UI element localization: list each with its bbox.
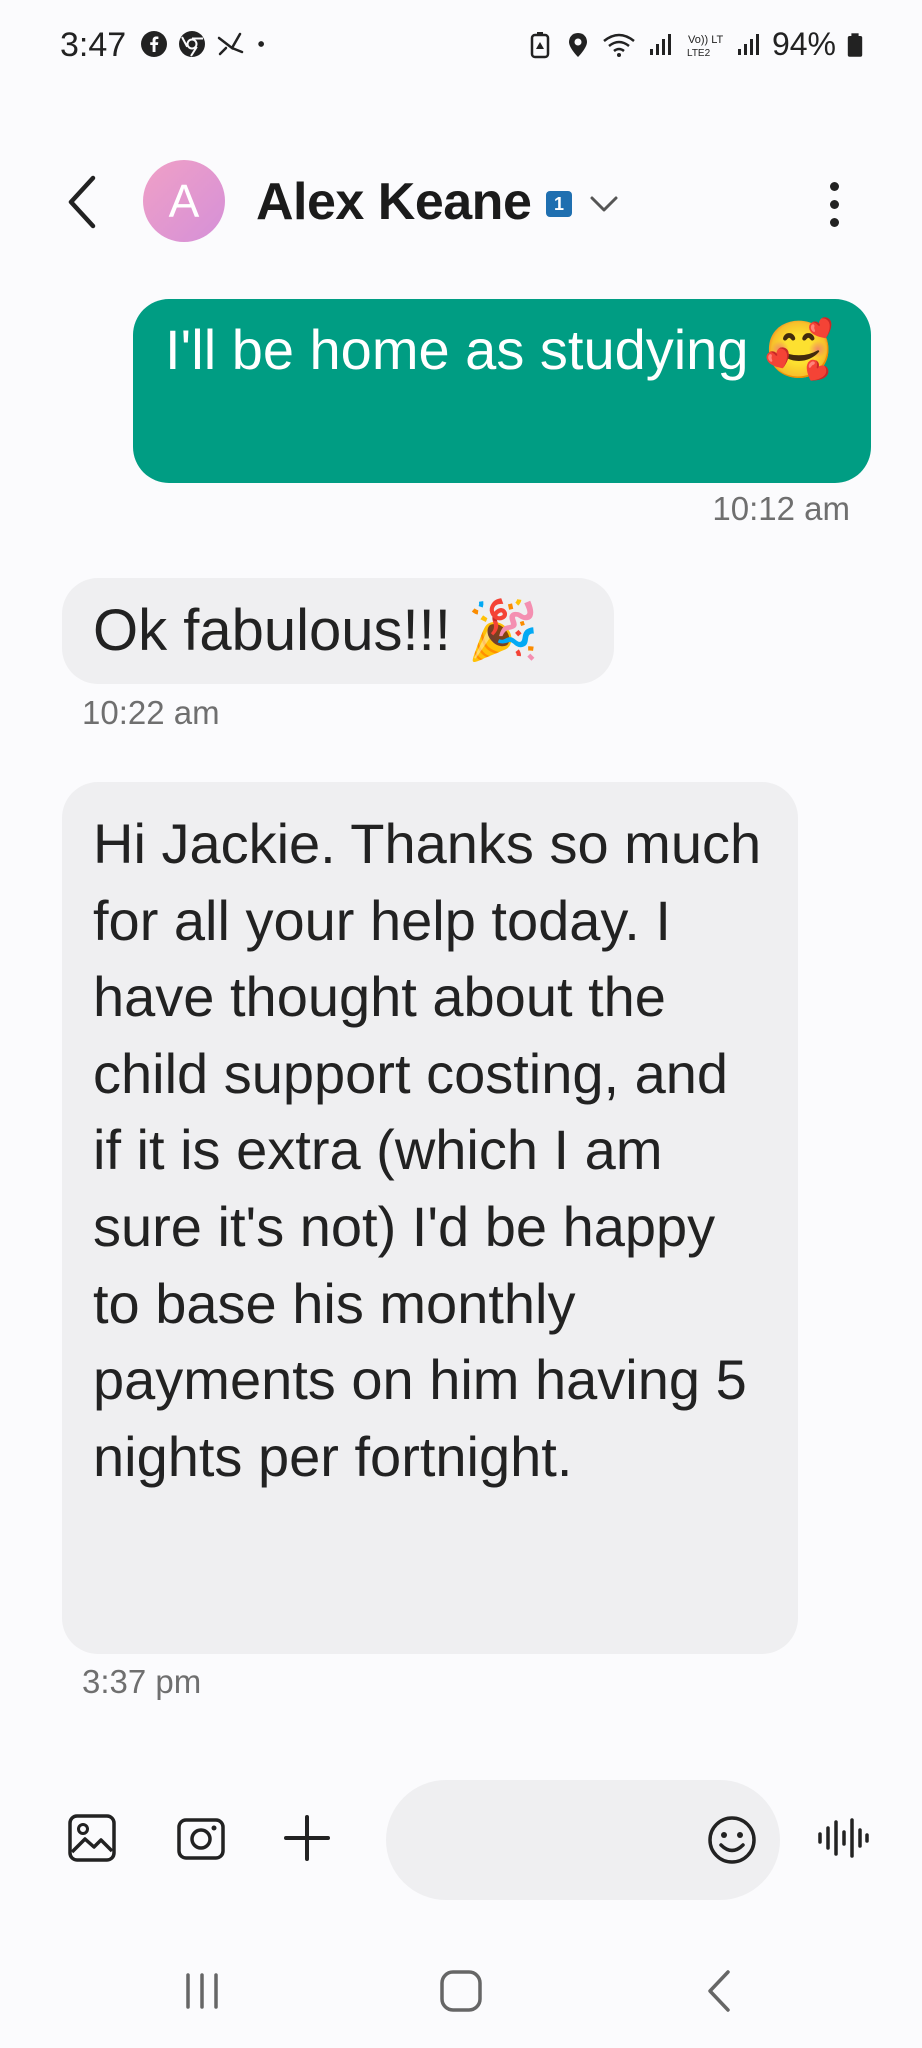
more-options-button[interactable]	[810, 172, 858, 236]
back-button[interactable]	[52, 170, 112, 234]
nav-back-button[interactable]	[684, 1966, 754, 2016]
recent-apps-button[interactable]	[167, 1966, 237, 2016]
gallery-icon	[68, 1814, 116, 1862]
conversation-header: A Alex Keane 1	[0, 150, 922, 254]
bird-app-icon	[217, 32, 244, 56]
incoming-message-bubble[interactable]: Hi Jackie. Thanks so much for all your h…	[62, 782, 798, 1654]
chevron-down-icon[interactable]	[586, 186, 622, 222]
facebook-icon	[141, 31, 167, 57]
home-button[interactable]	[426, 1966, 496, 2016]
home-icon	[440, 1970, 482, 2012]
system-nav-bar	[0, 1950, 922, 2030]
recent-apps-icon	[186, 1973, 218, 2009]
message-composer	[0, 1780, 922, 1900]
wifi-icon	[603, 33, 635, 57]
svg-text:LTE2: LTE2	[687, 48, 711, 59]
more-dot	[829, 199, 839, 209]
avatar[interactable]: A	[143, 160, 225, 242]
message-timestamp: 10:12 am	[712, 490, 850, 527]
emoji-icon[interactable]	[702, 1810, 762, 1870]
battery-icon	[847, 32, 863, 57]
gallery-button[interactable]	[62, 1808, 122, 1868]
status-bar: 3:47 Vo)) LTE2 LTE2 94%	[0, 0, 922, 96]
location-icon	[568, 32, 587, 57]
battery-saver-icon	[530, 31, 550, 58]
camera-button[interactable]	[171, 1808, 231, 1868]
message-input-container	[386, 1780, 780, 1900]
more-dot	[829, 181, 839, 191]
voice-record-icon[interactable]	[812, 1808, 872, 1868]
dot-icon	[258, 41, 264, 47]
contact-name[interactable]: Alex Keane	[256, 172, 532, 232]
status-time: 3:47	[60, 26, 127, 64]
status-left-icons	[140, 30, 274, 58]
signal-icon	[649, 33, 671, 55]
status-right-icons: Vo)) LTE2 LTE2 94%	[526, 26, 864, 63]
outgoing-message-bubble[interactable]: I'll be home as studying 🥰	[133, 299, 871, 483]
battery-percent: 94%	[771, 26, 836, 62]
more-dot	[829, 217, 839, 227]
add-attachment-button[interactable]	[277, 1808, 337, 1868]
chrome-icon	[179, 31, 205, 57]
plus-icon	[284, 1815, 330, 1861]
message-input[interactable]	[416, 1810, 696, 1870]
volte-icon: Vo)) LTE2 LTE2	[687, 34, 724, 59]
camera-icon	[177, 1818, 225, 1860]
chevron-left-icon	[68, 175, 96, 229]
sim-badge: 1	[546, 191, 572, 217]
message-timestamp: 10:22 am	[82, 694, 220, 731]
back-nav-icon	[708, 1970, 730, 2012]
signal-icon	[737, 33, 759, 55]
message-timestamp: 3:37 pm	[82, 1663, 202, 1700]
incoming-message-bubble[interactable]: Ok fabulous!!! 🎉	[62, 578, 614, 684]
svg-text:Vo)) LTE2: Vo)) LTE2	[688, 34, 724, 46]
